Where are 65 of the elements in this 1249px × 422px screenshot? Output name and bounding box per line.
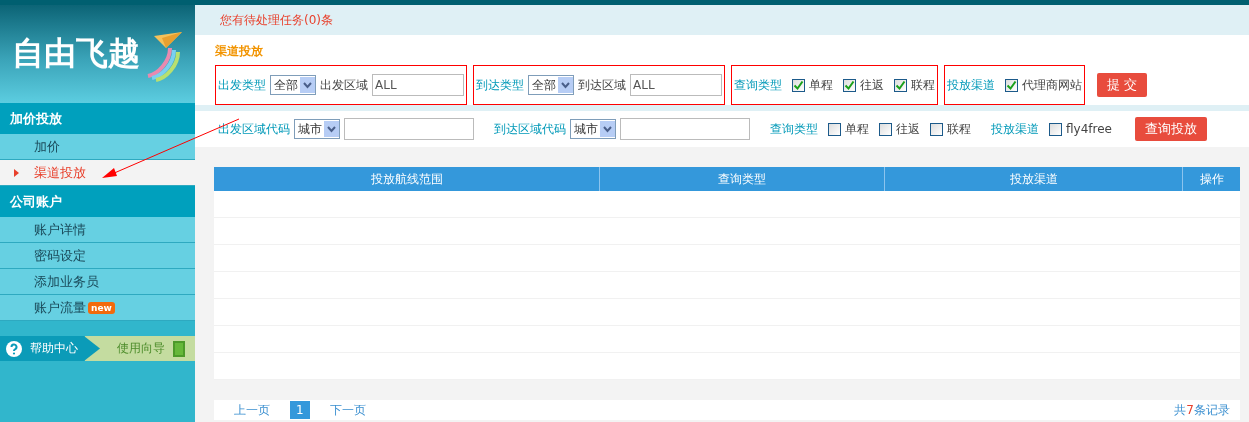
checkbox[interactable] xyxy=(894,78,907,92)
checkbox-label: 联程 xyxy=(911,76,935,94)
next-page-link[interactable]: 下一页 xyxy=(329,401,366,419)
checkbox-label: 往返 xyxy=(896,120,920,138)
field-label: 到达区域代码 xyxy=(494,120,566,138)
menu-item[interactable]: 添加业务员 xyxy=(0,269,195,295)
checkbox-label: fly4free xyxy=(1066,122,1112,136)
checkbox-label: 联程 xyxy=(947,120,971,138)
checkbox[interactable] xyxy=(879,122,892,136)
new-badge: new xyxy=(88,301,115,314)
help-center-button[interactable]: 帮助中心 xyxy=(0,336,100,361)
pending-tasks-notice: 您有待处理任务(0)条 xyxy=(195,5,1249,35)
field-label: 投放渠道 xyxy=(947,76,995,94)
field-label: 查询类型 xyxy=(734,76,782,94)
field-label: 出发区域代码 xyxy=(218,120,290,138)
input-field[interactable] xyxy=(620,118,750,140)
field-label: 到达区域 xyxy=(578,76,626,94)
checkbox-label: 单程 xyxy=(845,120,869,138)
checkbox-label: 往返 xyxy=(860,76,884,94)
submit-button[interactable]: 提 交 xyxy=(1097,73,1148,97)
record-count: 共7条记录 xyxy=(1174,401,1230,419)
prev-page-link[interactable]: 上一页 xyxy=(234,401,270,419)
input-field[interactable]: ALL xyxy=(372,74,464,96)
menu-item[interactable]: 加价 xyxy=(0,134,195,160)
type-select[interactable]: 城市 xyxy=(570,119,616,139)
column-header: 操作 xyxy=(1182,167,1240,191)
type-select[interactable]: 城市 xyxy=(294,119,340,139)
menu-item[interactable]: 账户详情 xyxy=(0,217,195,243)
dropdown-caret-icon[interactable] xyxy=(324,121,339,137)
checkbox[interactable] xyxy=(1005,78,1018,92)
field-label: 投放渠道 xyxy=(991,120,1039,138)
checkbox[interactable] xyxy=(1049,122,1062,136)
input-field[interactable]: ALL xyxy=(630,74,722,96)
input-field[interactable] xyxy=(344,118,474,140)
field-label: 查询类型 xyxy=(770,120,818,138)
menu-item[interactable]: 账户流量 new xyxy=(0,295,195,321)
column-header: 投放渠道 xyxy=(884,167,1182,191)
section-title: 渠道投放 xyxy=(215,43,264,60)
checkbox[interactable] xyxy=(843,78,856,92)
menu-section-title: 公司账户 xyxy=(0,186,195,217)
type-select[interactable]: 全部 xyxy=(528,75,574,95)
checkbox-label: 单程 xyxy=(809,76,833,94)
dropdown-caret-icon[interactable] xyxy=(558,77,573,93)
type-select[interactable]: 全部 xyxy=(270,75,316,95)
column-header: 投放航线范围 xyxy=(369,170,444,188)
menu-section-title: 加价投放 xyxy=(0,103,195,134)
page-number[interactable]: 1 xyxy=(290,401,310,419)
logo-text: 自由飞越 xyxy=(12,33,140,74)
field-label: 出发类型 xyxy=(218,76,266,94)
menu-item[interactable]: 密码设定 xyxy=(0,243,195,269)
field-label: 到达类型 xyxy=(476,76,524,94)
checkbox[interactable] xyxy=(792,78,805,92)
book-icon xyxy=(173,340,185,357)
dropdown-caret-icon[interactable] xyxy=(600,121,615,137)
user-guide-button[interactable]: 使用向导 xyxy=(85,336,195,361)
column-header: 查询类型 xyxy=(599,167,884,191)
checkbox[interactable] xyxy=(828,122,841,136)
dropdown-caret-icon[interactable] xyxy=(300,77,315,93)
menu-item[interactable]: 渠道投放 xyxy=(0,160,195,186)
query-button[interactable]: 查询投放 xyxy=(1134,117,1207,141)
checkbox-label: 代理商网站 xyxy=(1022,76,1082,94)
checkbox[interactable] xyxy=(930,122,943,136)
field-label: 出发区域 xyxy=(320,76,368,94)
question-icon xyxy=(6,340,22,357)
pointer-triangle-icon xyxy=(14,169,19,177)
